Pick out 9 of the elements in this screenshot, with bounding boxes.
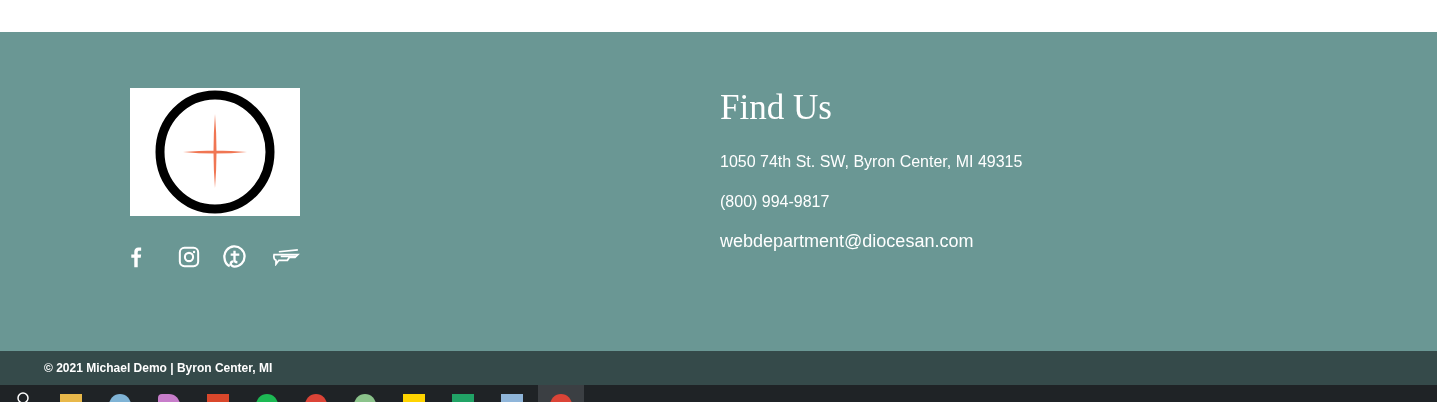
address-text: 1050 74th St. SW, Byron Center, MI 49315 (720, 152, 1023, 172)
copyright-text: © 2021 Michael Demo | Byron Center, MI (44, 361, 273, 375)
circle-logo-icon[interactable] (222, 244, 247, 269)
section-heading: Find Us (720, 87, 833, 129)
wing-icon[interactable] (271, 247, 300, 266)
email-link[interactable]: webdepartment@diocesan.com (720, 231, 1023, 251)
phone-text: (800) 994-9817 (720, 192, 831, 212)
instagram-icon[interactable] (178, 245, 200, 268)
facebook-icon[interactable] (130, 244, 142, 269)
